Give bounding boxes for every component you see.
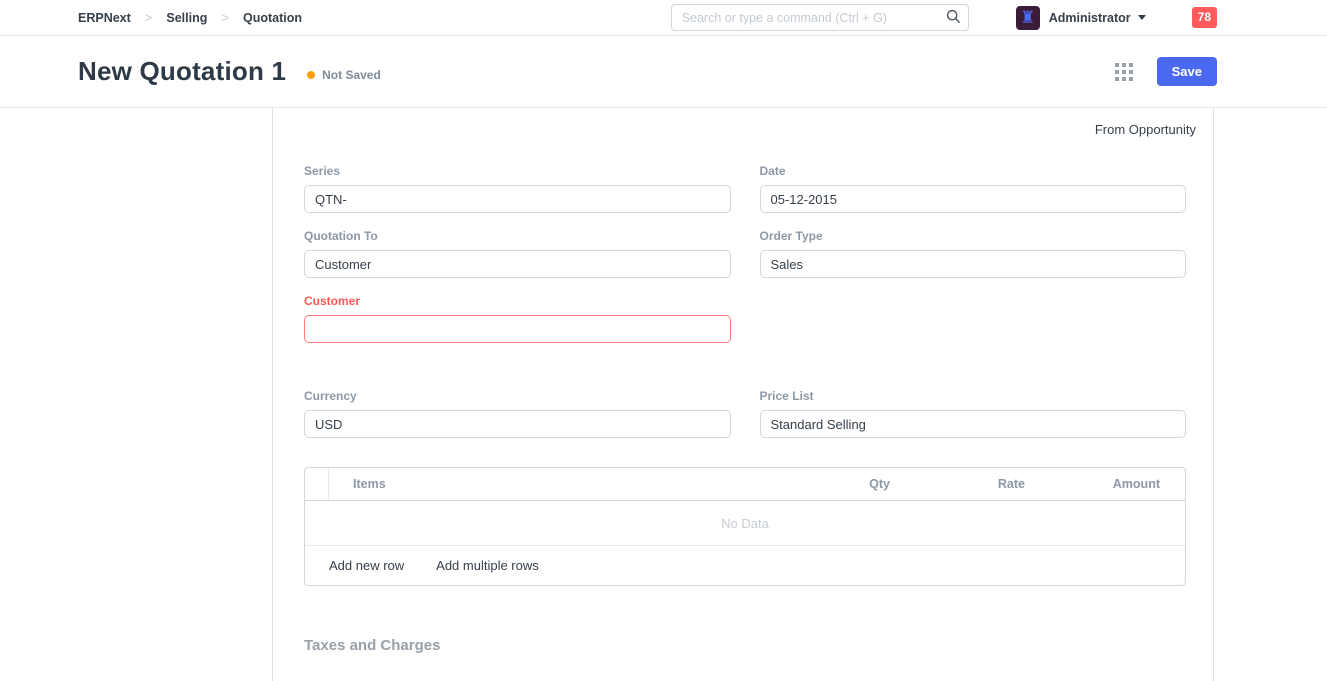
price-list-input[interactable]	[760, 410, 1187, 438]
page-head: New Quotation 1 Not Saved Save	[0, 36, 1327, 108]
date-label: Date	[760, 164, 1187, 178]
breadcrumb-selling[interactable]: Selling	[166, 11, 207, 25]
customer-input[interactable]	[304, 315, 731, 343]
date-input[interactable]	[760, 185, 1187, 213]
order-type-input[interactable]	[760, 250, 1187, 278]
customer-label: Customer	[304, 294, 731, 308]
quotation-form: Series Date Quotation To Order Type Cust…	[304, 164, 1186, 586]
chevron-right-icon: >	[145, 10, 153, 25]
menu-grid-icon[interactable]	[1115, 63, 1133, 81]
top-navbar: ERPNext > Selling > Quotation ♜ Administ…	[0, 0, 1327, 36]
chevron-right-icon: >	[221, 10, 229, 25]
quotation-to-input[interactable]	[304, 250, 731, 278]
amount-column-header: Amount	[1025, 477, 1185, 491]
breadcrumb-quotation[interactable]: Quotation	[243, 11, 302, 25]
series-input[interactable]	[304, 185, 731, 213]
field-price-list: Price List	[760, 389, 1187, 438]
price-list-label: Price List	[760, 389, 1187, 403]
items-column-header: Items	[329, 477, 755, 491]
series-label: Series	[304, 164, 731, 178]
search-icon[interactable]	[946, 9, 961, 24]
chevron-down-icon	[1138, 15, 1146, 20]
order-type-label: Order Type	[760, 229, 1187, 243]
items-table-footer: Add new row Add multiple rows	[305, 546, 1185, 585]
status-label: Not Saved	[322, 68, 381, 82]
field-order-type: Order Type	[760, 229, 1187, 278]
qty-column-header: Qty	[755, 477, 890, 491]
global-search-input[interactable]	[671, 4, 969, 31]
user-name: Administrator	[1049, 11, 1131, 25]
notifications-badge[interactable]: 78	[1192, 7, 1217, 27]
items-table-empty-state: No Data	[305, 501, 1185, 546]
breadcrumb: ERPNext > Selling > Quotation	[78, 10, 302, 25]
rate-column-header: Rate	[890, 477, 1025, 491]
not-saved-dot-icon	[307, 71, 315, 79]
currency-label: Currency	[304, 389, 731, 403]
field-date: Date	[760, 164, 1187, 213]
field-customer: Customer	[304, 294, 731, 343]
section-spacer	[304, 359, 1186, 389]
user-menu[interactable]: ♜ Administrator	[1016, 6, 1146, 30]
page-title: New Quotation 1	[78, 56, 286, 87]
status-indicator: Not Saved	[307, 68, 381, 82]
quotation-to-label: Quotation To	[304, 229, 731, 243]
form-page-body: From Opportunity Series Date Quotation T…	[272, 108, 1214, 681]
user-avatar: ♜	[1016, 6, 1040, 30]
row-index-column	[305, 468, 329, 500]
add-new-row-button[interactable]: Add new row	[329, 558, 404, 573]
save-button[interactable]: Save	[1157, 57, 1217, 86]
from-opportunity-link[interactable]: From Opportunity	[1095, 122, 1196, 137]
field-currency: Currency	[304, 389, 731, 438]
empty-cell	[760, 294, 1187, 359]
field-quotation-to: Quotation To	[304, 229, 731, 278]
currency-input[interactable]	[304, 410, 731, 438]
field-series: Series	[304, 164, 731, 213]
items-table: Items Qty Rate Amount No Data Add new ro…	[304, 467, 1186, 586]
items-table-header: Items Qty Rate Amount	[305, 468, 1185, 501]
add-multiple-rows-button[interactable]: Add multiple rows	[436, 558, 539, 573]
taxes-and-charges-section-heading: Taxes and Charges	[304, 637, 1213, 654]
breadcrumb-erpnext[interactable]: ERPNext	[78, 11, 131, 25]
